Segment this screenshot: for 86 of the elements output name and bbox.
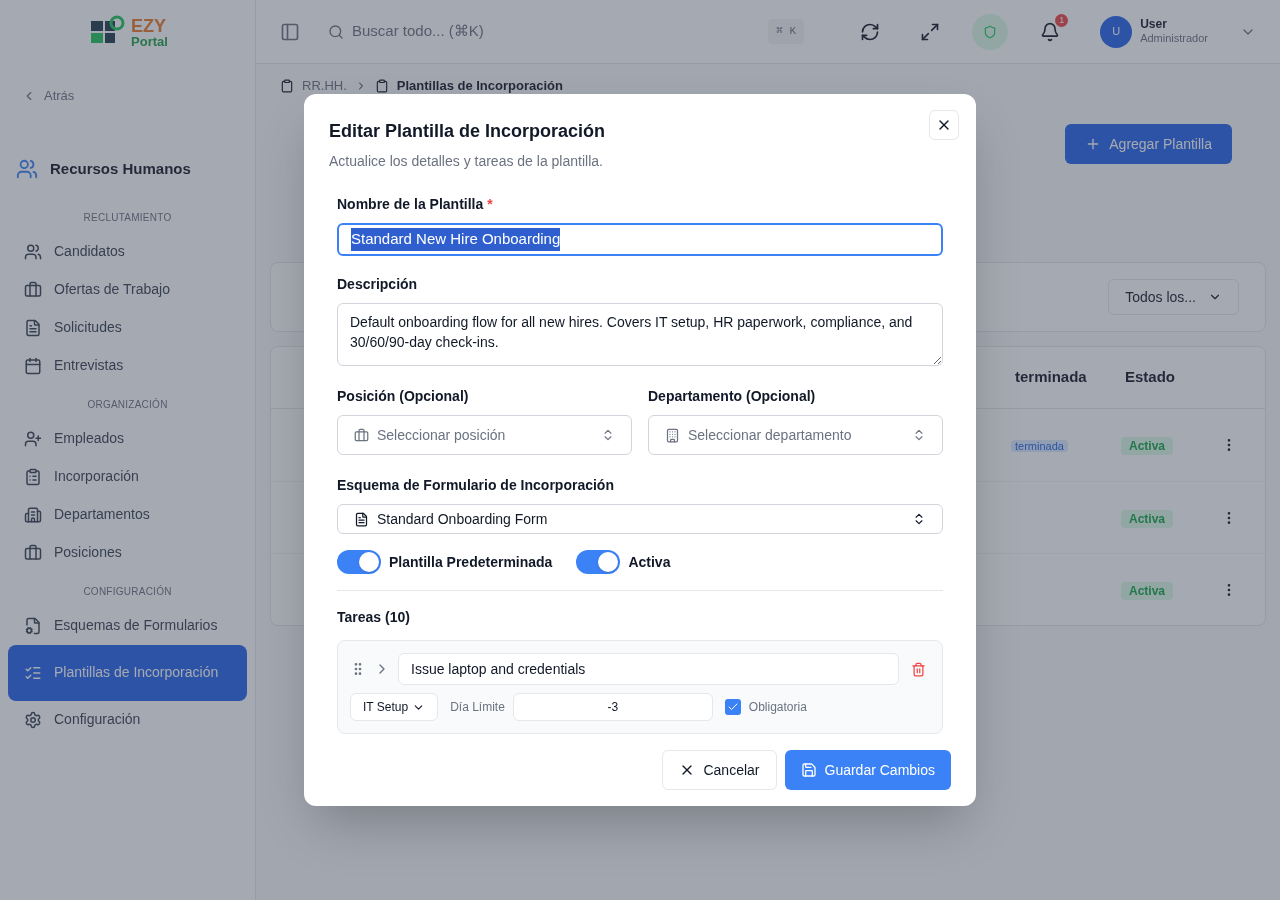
status-tag: Activa [1121,437,1174,455]
sidebar-item[interactable]: Incorporación [8,458,247,496]
breadcrumb-current: Plantillas de Incorporación [396,77,563,96]
sidebar-item[interactable]: Esquemas de Formularios [8,607,247,645]
notification-count: 1 [1055,13,1069,27]
clipboard-icon [374,79,389,93]
section-heading: RECLUTAMIENTO [82,211,173,225]
field-label: Nombre de la Plantilla * [337,195,494,214]
user-avatar[interactable]: U [1100,15,1133,48]
status-tag: Activa [1121,581,1174,600]
user-plus-icon [24,430,42,448]
briefcase-icon [24,281,42,299]
sidebar-item[interactable]: Candidatos [8,233,247,271]
save-icon [800,762,817,778]
required-checkbox[interactable] [724,699,741,715]
logo-subtext: Portal [131,34,168,48]
field-label: Esquema de Formulario de Incorporación [337,476,615,496]
default-tag: terminada [1011,440,1068,452]
select-field[interactable]: Seleccionar posición [337,415,632,456]
fullscreen-icon[interactable] [920,21,941,42]
check-icon [726,701,739,713]
notifications-icon[interactable] [1040,21,1061,42]
document-icon [24,617,42,635]
sidebar-item[interactable]: Ofertas de Trabajo [8,271,247,309]
sidebar-item[interactable]: Plantillas de Incorporación [8,645,247,701]
sidebar-toggle-icon[interactable] [280,21,300,42]
briefcase-icon [24,544,42,562]
tasks-heading: Tareas (10) [337,608,411,627]
delete-icon[interactable] [911,661,926,677]
settings-icon [24,711,42,729]
column-header: Estado [1125,367,1176,388]
field-label: Departamento (Opcional) [648,387,817,407]
field-label: Posición (Opcional) [337,387,470,407]
users-icon [24,243,42,261]
select-field[interactable]: Standard Onboarding Form [337,504,943,534]
dialog-title: Editar Plantilla de Incorporación [329,120,606,143]
toggle-label: Plantilla Predeterminada [389,552,553,572]
toggle-switch[interactable] [337,550,381,574]
save-button[interactable]: Guardar Cambios [784,750,951,790]
toggle-label: Activa [628,552,671,572]
section-heading: ORGANIZACIÓN [86,397,169,412]
required-mark: * [487,196,493,212]
status-tag: Activa [1121,509,1174,528]
filter-dropdown[interactable]: Todos los... [1108,279,1239,315]
required-label: Obligatoria [748,699,807,716]
toggle-switch[interactable] [576,550,621,574]
user-name: User [1140,17,1168,33]
due-day-field[interactable]: -3 [512,693,713,721]
dialog-subtitle: Actualice los detalles y tareas de la plantilla. [329,152,604,171]
list-icon [24,664,42,682]
document-icon [24,319,42,337]
name-input-field[interactable]: Standard New Hire Onboarding [337,223,943,257]
calendar-icon [24,357,42,375]
briefcase-icon [354,427,369,443]
sidebar-item[interactable]: Configuración [8,701,247,739]
sidebar-item[interactable]: Entrevistas [8,347,247,385]
close-button[interactable] [929,110,959,140]
category-dropdown[interactable]: IT Setup [350,693,439,721]
cancel-button[interactable]: Cancelar [662,750,777,790]
sidebar-item[interactable]: Solicitudes [8,309,247,347]
document-icon [354,511,369,527]
due-label: Día Límite [450,699,505,716]
clipboard-icon [24,468,42,486]
module-title: Recursos Humanos [50,158,191,179]
select-field[interactable]: Seleccionar departamento [648,415,943,456]
sidebar-item[interactable]: Departamentos [8,496,247,534]
clipboard-icon [280,79,294,93]
description-field[interactable]: Default onboarding flow for all new hires. Covers IT setup, HR paperwork, compliance, and 30/60/90-day check-ins. [337,303,943,367]
field-label: Descripción [337,275,419,295]
column-header: terminada [1015,367,1088,388]
sidebar-item[interactable]: Posiciones [8,534,247,572]
user-role: Administrador [1140,32,1208,46]
building-icon [24,506,42,524]
search-field[interactable]: Buscar todo... (⌘K) [352,20,761,43]
breadcrumb-link[interactable]: RR.HH. [302,76,347,96]
add-template-button[interactable]: Agregar Plantilla [1065,124,1232,164]
task-title-field[interactable]: Issue laptop and credentials [398,653,899,685]
shortcut-hint: ⌘ K [768,19,804,44]
back-link[interactable]: Atrás [22,86,255,106]
search-icon [328,23,344,40]
refresh-icon[interactable] [860,21,881,42]
building-icon [665,427,680,443]
logo-text: EZY [131,16,168,35]
users-icon [16,157,38,180]
section-heading: CONFIGURACIÓN [82,584,173,599]
sidebar-item[interactable]: Empleados [8,420,247,458]
